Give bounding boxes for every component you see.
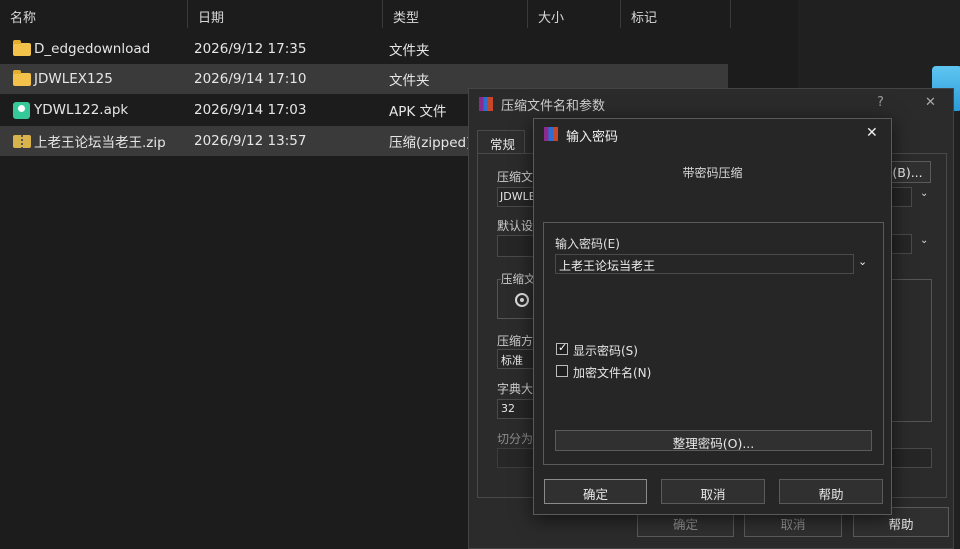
show-password-checkbox[interactable]: ✓ [556, 341, 568, 355]
archive-help-button[interactable]: ? [877, 95, 884, 110]
chevron-down-icon[interactable]: ⌄ [858, 255, 867, 268]
file-name: 上老王论坛当老王.zip [34, 135, 166, 151]
column-tag[interactable]: 标记 [621, 0, 731, 28]
file-name: JDWLEX125 [34, 71, 113, 87]
tab-general[interactable]: 常规 [477, 130, 525, 154]
archive-dialog-title: 压缩文件名和参数 [501, 99, 606, 114]
column-size[interactable]: 大小 [528, 0, 621, 28]
winrar-icon [479, 97, 493, 111]
organize-passwords-button[interactable]: 整理密码(O)... [555, 430, 872, 451]
split-volume-combo[interactable] [497, 448, 537, 468]
password-label: 输入密码(E) [555, 237, 620, 251]
dictionary-size-label: 字典大小 [497, 382, 537, 396]
file-type: APK 文件 [389, 104, 447, 120]
folder-icon [13, 39, 31, 56]
zip-icon [13, 134, 31, 148]
file-type: 压缩(zipped) [389, 135, 472, 151]
compression-method-label: 压缩方 [497, 334, 534, 348]
apk-icon [13, 101, 30, 119]
winrar-icon [544, 127, 558, 141]
password-dialog: 输入密码 ✕ 带密码压缩 输入密码(E) 上老王论坛当老王 ⌄ ✓ 显示密码(S… [533, 118, 892, 515]
file-date: 2026/9/14 17:10 [194, 71, 307, 87]
password-ok-button[interactable]: 确定 [544, 479, 647, 504]
format-radio[interactable] [515, 293, 529, 307]
column-name[interactable]: 名称 [0, 0, 188, 28]
file-row[interactable]: D_edgedownload 2026/9/12 17:35 文件夹 [0, 34, 728, 64]
password-dialog-title: 输入密码 [566, 130, 619, 145]
close-icon[interactable]: ✕ [866, 125, 878, 141]
column-header-row: 名称 日期 类型 大小 标记 [0, 0, 731, 32]
encrypt-names-label[interactable]: 加密文件名(N) [573, 364, 651, 381]
encrypt-names-checkbox[interactable] [556, 365, 568, 377]
file-type: 文件夹 [389, 43, 430, 59]
dictionary-size-combo[interactable]: 32 [497, 399, 537, 419]
column-type[interactable]: 类型 [383, 0, 528, 28]
folder-icon [13, 69, 31, 86]
file-type: 文件夹 [389, 73, 430, 89]
compression-method-combo[interactable]: 标准 [497, 349, 537, 369]
show-password-label[interactable]: 显示密码(S) [573, 342, 638, 359]
archive-name-input[interactable]: JDWLE [497, 187, 537, 207]
password-cancel-button[interactable]: 取消 [661, 479, 765, 504]
password-input[interactable]: 上老王论坛当老王 [555, 254, 854, 274]
file-name: D_edgedownload [34, 41, 151, 57]
file-date: 2026/9/12 17:35 [194, 41, 307, 57]
column-date[interactable]: 日期 [188, 0, 383, 28]
default-profile-button[interactable] [497, 235, 537, 257]
password-dialog-subtitle: 带密码压缩 [682, 166, 743, 180]
chevron-down-icon[interactable]: ⌄ [920, 235, 928, 246]
default-profile-label: 默认设 [497, 219, 534, 233]
split-volume-label: 切分为 [497, 432, 534, 446]
archive-name-label: 压缩文 [497, 170, 534, 184]
chevron-down-icon[interactable]: ⌄ [920, 188, 928, 199]
file-date: 2026/9/14 17:03 [194, 102, 307, 118]
file-name: YDWL122.apk [34, 102, 129, 118]
file-date: 2026/9/12 13:57 [194, 133, 307, 149]
format-group-label: 压缩文 [501, 271, 536, 287]
password-help-button[interactable]: 帮助 [779, 479, 883, 504]
archive-close-button[interactable]: ✕ [925, 95, 936, 110]
scroll-up-caret: ⌃ [97, 0, 105, 5]
